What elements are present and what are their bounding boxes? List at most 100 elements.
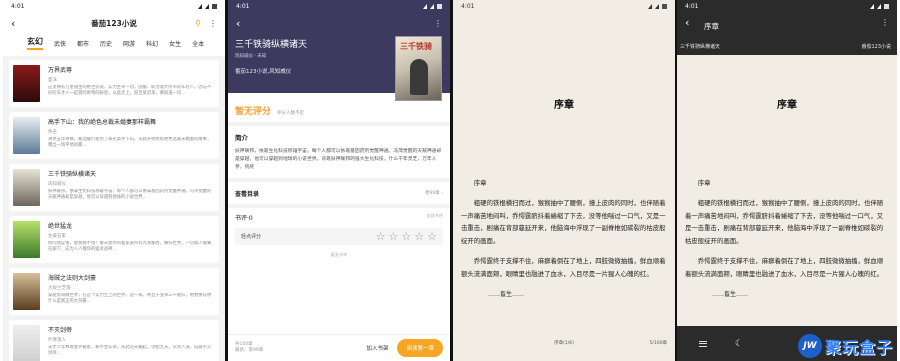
book-list-item[interactable]: 不灭剑帝 叶寒落人 天才少年林寒意外被废，却不甘认命，从此逆天崛起，剑指九天，以剑入… [9, 320, 219, 361]
book-desc: 讲述五年师尊，被边疆行者到了和名高手下山，从此开始修炼绝色总裁未婚妻的故事，爆出… [48, 137, 212, 148]
star-icon[interactable]: ☆ [389, 231, 399, 242]
signal-icon [877, 4, 881, 9]
menu-icon[interactable] [699, 340, 707, 347]
tab-category[interactable]: 历史 [100, 39, 112, 48]
intro-text: 妖神联邦，依靠生化科技称雄宇宙，每个人都可以依靠基因药剂觉醒神通。冯萍觉醒的天赋… [235, 149, 442, 170]
cover-title: 三千铁骑 [400, 42, 432, 51]
book-title: 万界武尊 [48, 67, 73, 74]
night-mode-icon[interactable]: ☾ [735, 339, 743, 349]
page-title: 番茄123小说 [91, 18, 137, 28]
book-desc: 穿越到海贼世界，在这个实力至上的世界，追一来，胃旦于变革三千船队，他想要证明什么… [48, 293, 212, 304]
wifi-icon [648, 4, 652, 9]
tab-category[interactable]: 都市 [77, 39, 89, 48]
book-title: 海贼之法则大剑豪 [48, 275, 97, 282]
reader-footer: 序章(1/6) 5/100章 [453, 340, 675, 346]
chapter-text[interactable]: 序章 粗硬的铁棍横扫而过，猴猴抽中了腰侧，撞上皮肉的同时，也伴随着一声痛苦地闷叫… [453, 177, 675, 301]
signal-icon [205, 4, 209, 9]
rate-label: 轻点评分 [241, 234, 262, 240]
tab-category[interactable]: 武侠 [54, 39, 66, 48]
book-source[interactable]: 番茄123小说 [861, 43, 891, 50]
book-desc: 这里拥有万星落生的绝世武道，实力主宰一切。国服、职治落大所带的年轻人，因与不好的… [48, 85, 212, 96]
book-author: 夏沫 [48, 78, 57, 83]
tab-category[interactable]: 网游 [123, 39, 135, 48]
paragraph: 粗硬的铁棍横扫而过，猴猴抽中了腰侧，撞上皮肉的同时，也伴随着一声痛苦地闷叫，乔愕… [461, 198, 666, 246]
star-icon[interactable]: ☆ [427, 231, 437, 242]
battery-icon [437, 4, 442, 9]
book-list-item[interactable]: 海贼之法则大剑豪 大规兰芝落 穿越到海贼世界，在这个实力至上的世界，追一来，胃旦于变… [9, 268, 219, 315]
book-title: 不灭剑帝 [48, 327, 73, 334]
read-first-chapter-button[interactable]: 阅读第一章 [397, 339, 443, 357]
top-bar: ‹ 番茄123小说 ⚲ ⋮ [3, 13, 225, 33]
page-label: 序章(1/6) [554, 341, 574, 346]
toc-row[interactable]: 查看目录 更99章 › [228, 182, 450, 204]
latest-chapter: 最新：第99章 [235, 348, 264, 353]
add-to-shelf-button[interactable]: 加入书架 [366, 344, 388, 352]
book-cover [13, 273, 40, 310]
book-title: 三千铁骑纵横诸天 [680, 44, 721, 50]
tab-category[interactable]: 科幻 [146, 39, 158, 48]
status-bar: 4:01 [228, 0, 450, 13]
review-section: 书评·0 全部书评 轻点评分 ☆ ☆ ☆ ☆ ☆ 暂无书评 [228, 208, 450, 263]
watermark-text: 聚玩盒子 [824, 338, 893, 357]
wifi-icon [870, 4, 874, 9]
reader-top-menu: 4:01 ‹ 序章 ⋮ 三千铁骑纵横诸天 番茄123小说 [677, 0, 897, 55]
book-desc: 妖神联邦，依靠生化科技称雄宇宙，每个人都可以依靠基因药剂觉醒神通。冯萍觉醒的天赋… [48, 189, 212, 200]
book-list-item[interactable]: 三千铁骑纵横诸天 风知威仪 妖神联邦，依靠生化科技称雄宇宙，每个人都可以依靠基因药剂… [9, 164, 219, 211]
book-list-item[interactable]: 高手下山：我的绝色总裁未婚妻那样霸舞 佚名讲述五年师尊，被边疆行者到了和名高手下山… [9, 112, 219, 159]
chapter-text[interactable]: 序章 粗硬的铁棍横扫而过，猴猴抽中了腰侧，撞上皮肉的同时，也伴随着一声痛苦地闷叫… [677, 177, 897, 301]
reader-menu-panel: 4:01 ‹ 序章 ⋮ 三千铁骑纵横诸天 番茄123小说 序章 序章 粗硬的铁棍… [677, 0, 897, 361]
detail-bottom-bar: 共100章 最新：第99章 加入书架 阅读第一章 [228, 334, 450, 361]
rating-value: 暂无评分 [235, 107, 272, 117]
paragraph: 乔愕霆终于支撑不住，麻痹着倒在了地上，四肢微微抽搐，鲜血顺着额头流满面颊，眼睛里… [685, 256, 884, 278]
tab-category[interactable]: 全本 [192, 39, 204, 48]
signal-icon [655, 4, 659, 9]
more-icon[interactable]: ⋮ [434, 19, 442, 28]
tab-category[interactable]: 女生 [169, 39, 181, 48]
book-source[interactable]: 番茄123小说,风知威仪 [235, 67, 291, 75]
book-title: 高手下山：我的绝色总裁未婚妻那样霸舞 [48, 119, 157, 126]
status-bar: 4:01 [3, 0, 225, 13]
rating-note: 评分人数不足 [277, 111, 305, 116]
back-arrow-icon[interactable]: ‹ [685, 17, 689, 28]
status-time: 4:01 [461, 3, 475, 10]
category-tabs: 玄幻 武侠 都市 历史 网游 科幻 女生 全本 [3, 33, 225, 56]
chapter-title: 序章 [554, 100, 574, 111]
intro-title: 简介 [235, 134, 248, 142]
book-detail-panel: 4:01 ‹ ⋮ 三千铁骑纵横诸天 风知威仪 · 未知 番茄123小说,风知威仪… [228, 0, 450, 361]
star-icon[interactable]: ☆ [401, 231, 411, 242]
watermark-logo: JW 聚玩盒子 [797, 334, 893, 358]
paragraph: ……畜生…… [488, 290, 525, 298]
book-cover: 三千铁骑 [395, 36, 442, 101]
star-icon[interactable]: ☆ [414, 231, 424, 242]
rate-box: 轻点评分 ☆ ☆ ☆ ☆ ☆ [235, 228, 443, 245]
reader-panel: 4:01 序章 序章 粗硬的铁棍横扫而过，猴猴抽中了腰侧，撞上皮肉的同时，也伴随… [453, 0, 675, 361]
paragraph: ……畜生…… [712, 290, 749, 298]
tab-category[interactable]: 玄幻 [27, 36, 43, 50]
more-icon[interactable]: ⋮ [881, 18, 889, 27]
review-title: 书评·0 [235, 215, 253, 222]
chapter-heading-line: 序章 [473, 179, 487, 187]
more-icon[interactable]: ⋮ [209, 19, 217, 28]
book-cover [13, 65, 40, 102]
toc-count: 更99章 [425, 191, 440, 196]
book-list-item[interactable]: 绝世猛龙 左豪石家 你问我是谁，嗯我我不怕！秦天竟然带着家族所有九龙都秀，横扫世界，… [9, 216, 219, 263]
book-desc: 你问我是谁，嗯我我不怕！秦天竟然带着家族所有九龙都秀，横扫世界，一切敌人匍匐在脚… [48, 241, 212, 252]
review-more-link[interactable]: 全部书评 [426, 213, 443, 222]
star-icon[interactable]: ☆ [376, 231, 386, 242]
search-icon[interactable]: ⚲ [195, 19, 201, 28]
book-author: 风知威仪 · 未知 [235, 54, 267, 59]
back-arrow-icon[interactable]: ‹ [236, 18, 240, 29]
book-author: 佚名 [48, 130, 57, 135]
paragraph: 粗硬的铁棍横扫而过，猴猴抽中了腰侧，撞上皮肉的同时，也伴随着一声痛苦地闷叫，乔愕… [685, 198, 884, 246]
no-comment-text: 暂无书评 [330, 252, 348, 257]
watermark-badge: JW [797, 334, 822, 358]
book-cover [13, 325, 40, 361]
book-desc: 天才少年林寒意外被废，却不甘认命，从此逆天崛起，剑指九天，以剑入道，成就不灭剑帝… [48, 345, 212, 356]
wifi-icon [423, 4, 427, 9]
book-list-item[interactable]: 万界武尊夏沫这里拥有万星落生的绝世武道，实力主宰一切。国服、职治落大所带的年轻人… [9, 60, 219, 107]
signal-icon [430, 4, 434, 9]
intro-section: 简介 妖神联邦，依靠生化科技称雄宇宙，每个人都可以依靠基因药剂觉醒神通。冯萍觉醒… [228, 126, 450, 178]
chapter-title: 序章 [777, 100, 797, 111]
status-time: 4:01 [685, 3, 699, 10]
chapter-title-bar: 序章 [704, 22, 719, 31]
